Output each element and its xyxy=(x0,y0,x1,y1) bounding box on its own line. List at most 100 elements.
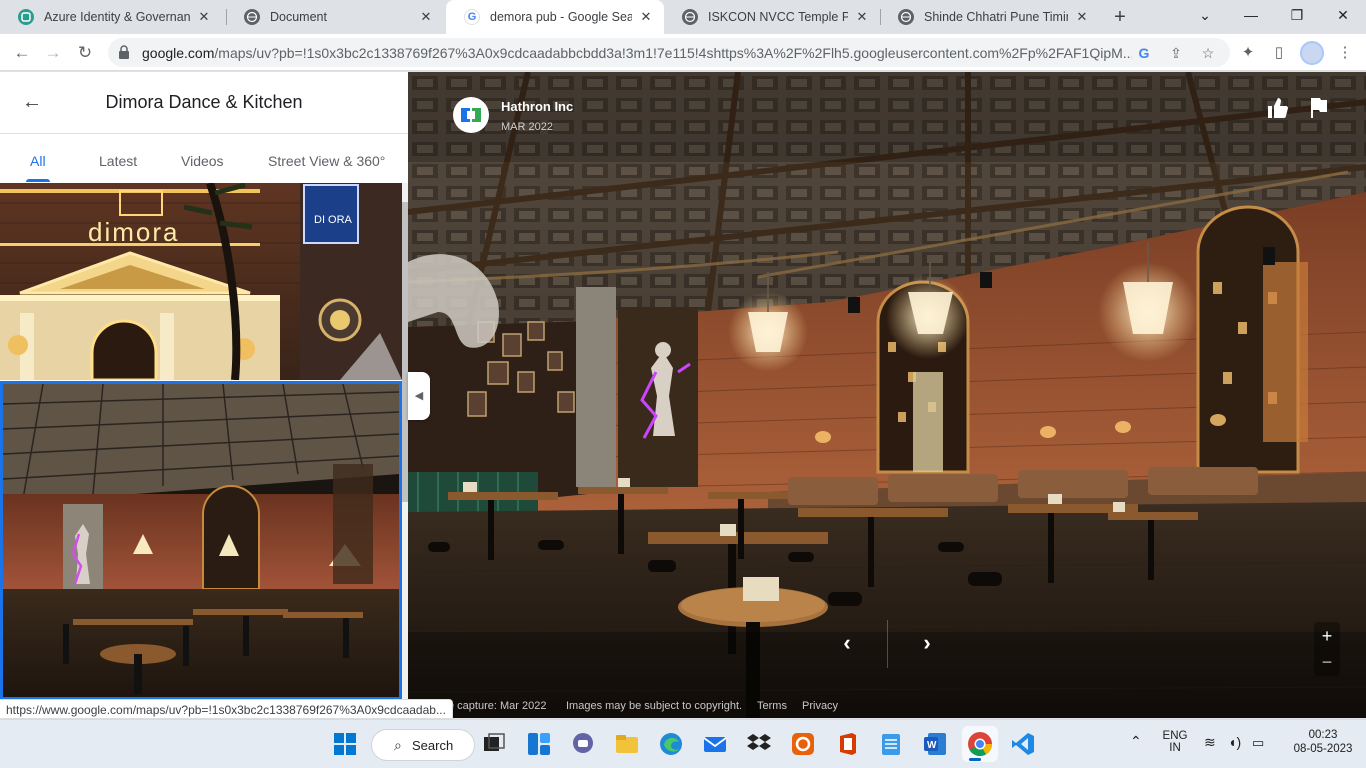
google-icon: G xyxy=(464,9,480,25)
chrome-app-active[interactable] xyxy=(962,726,998,762)
thumbs-up-icon[interactable] xyxy=(1266,96,1290,120)
tab-close-icon[interactable]: ✕ xyxy=(638,9,654,25)
photo-date: MAR 2022 xyxy=(501,121,553,133)
more-menu-icon[interactable]: ⋮ xyxy=(1334,42,1356,64)
windows-taskbar: ⌕ Search W ⌃ ENG IN ≋ ◖) ▭ 00:23 08-05-2… xyxy=(0,719,1366,768)
mail-icon[interactable] xyxy=(702,731,728,757)
file-explorer-icon[interactable] xyxy=(614,731,640,757)
battery-icon[interactable]: ▭ xyxy=(1252,735,1264,751)
taskbar-search[interactable]: ⌕ Search xyxy=(371,729,475,761)
copyright-note: Images may be subject to copyright. xyxy=(566,700,743,712)
extensions-puzzle-icon[interactable]: ✦ xyxy=(1237,42,1259,64)
vscode-icon[interactable] xyxy=(1010,731,1036,757)
dropbox-icon[interactable] xyxy=(746,731,772,757)
tab-title: Shinde Chhatri Pune Timings xyxy=(924,10,1068,24)
azure-favicon-icon xyxy=(18,9,34,25)
task-view-icon[interactable] xyxy=(481,731,507,757)
profile-avatar[interactable] xyxy=(1300,41,1324,65)
search-icon: ⌕ xyxy=(394,737,402,753)
back-icon[interactable]: ← xyxy=(9,40,35,66)
maximize-icon[interactable]: ❐ xyxy=(1274,0,1320,30)
bookmark-star-icon[interactable]: ☆ xyxy=(1198,43,1218,63)
interior-photo-thumbnail xyxy=(3,384,399,697)
globe-icon xyxy=(244,9,260,25)
report-flag-icon[interactable] xyxy=(1306,96,1330,120)
browser-tab-strip: Azure Identity & Governance ✕ Document ✕… xyxy=(0,0,1366,34)
chrome-icon xyxy=(968,732,992,757)
reload-icon[interactable]: ↻ xyxy=(72,40,98,66)
tab-street-view[interactable]: Street View & 360° xyxy=(268,153,385,169)
privacy-link[interactable]: Privacy xyxy=(802,700,838,712)
app-orange-icon[interactable] xyxy=(790,731,816,757)
browser-tab[interactable]: Document ✕ xyxy=(226,0,444,34)
lock-icon xyxy=(119,45,129,59)
panel-header: ← Dimora Dance & Kitchen xyxy=(0,72,408,134)
tab-close-icon[interactable]: ✕ xyxy=(196,9,212,25)
globe-icon xyxy=(682,9,698,25)
language-indicator[interactable]: ENG IN xyxy=(1160,730,1190,754)
previous-photo-chevron-icon[interactable]: ‹ xyxy=(832,628,862,658)
photo-thumbnail-facade[interactable]: dimora DI ORA xyxy=(0,183,402,380)
capture-date: e capture: Mar 2022 xyxy=(448,700,547,712)
tab-close-icon[interactable]: ✕ xyxy=(418,9,434,25)
tab-title: Document xyxy=(270,10,327,24)
office-icon[interactable] xyxy=(834,731,860,757)
tab-close-icon[interactable]: ✕ xyxy=(854,9,870,25)
word-icon[interactable]: W xyxy=(922,731,948,757)
close-window-icon[interactable]: ✕ xyxy=(1320,0,1366,30)
volume-icon[interactable]: ◖) xyxy=(1228,734,1241,750)
edge-browser-icon[interactable] xyxy=(658,731,684,757)
google-lens-icon[interactable]: G xyxy=(1134,43,1154,63)
facade-photo: dimora DI ORA xyxy=(0,183,402,380)
notepad-icon[interactable] xyxy=(878,731,904,757)
clock-time: 00:23 xyxy=(1308,729,1338,741)
terms-link[interactable]: Terms xyxy=(757,700,787,712)
photo-tabs: All Latest Videos Street View & 360° xyxy=(0,134,408,183)
browser-tab[interactable]: Shinde Chhatri Pune Timings ✕ xyxy=(880,0,1100,34)
zoom-out-minus-icon[interactable]: − xyxy=(1314,650,1340,674)
wifi-icon[interactable]: ≋ xyxy=(1204,734,1216,751)
url-path: /maps/uv?pb=!1s0x3bc2c1338769f267%3A0x9c… xyxy=(214,45,1132,61)
tab-videos[interactable]: Videos xyxy=(181,153,224,169)
nav-divider xyxy=(887,620,888,668)
browser-tab-active[interactable]: G demora pub - Google Search ✕ xyxy=(446,0,664,34)
new-tab-plus-icon[interactable]: + xyxy=(1108,5,1132,29)
url-domain: google.com xyxy=(142,45,215,61)
author-name[interactable]: Hathron Inc xyxy=(501,99,573,114)
teams-chat-icon[interactable] xyxy=(570,731,596,757)
windows-start-icon[interactable] xyxy=(332,731,358,757)
tab-all[interactable]: All xyxy=(30,153,46,169)
forward-icon[interactable]: → xyxy=(40,40,66,66)
browser-tab[interactable]: ISKCON NVCC Temple Pune ✕ xyxy=(664,0,880,34)
status-bar-url: https://www.google.com/maps/uv?pb=!1s0x3… xyxy=(0,699,453,719)
browser-tab[interactable]: Azure Identity & Governance ✕ xyxy=(0,0,222,34)
tab-selected-indicator xyxy=(26,179,50,182)
globe-icon xyxy=(898,9,914,25)
address-bar[interactable]: google.com/maps/uv?pb=!1s0x3bc2c1338769f… xyxy=(108,38,1230,67)
clock-date: 08-05-2023 xyxy=(1293,743,1353,755)
next-photo-chevron-icon[interactable]: › xyxy=(912,628,942,658)
tab-latest[interactable]: Latest xyxy=(99,153,137,169)
minimize-icon[interactable]: — xyxy=(1228,0,1274,30)
svg-text:W: W xyxy=(927,740,937,751)
clock[interactable]: 00:23 08-05-2023 xyxy=(1290,729,1356,755)
tab-search-chevron-icon[interactable]: ⌄ xyxy=(1182,0,1228,30)
lang-code: ENG xyxy=(1162,730,1188,742)
tray-overflow-chevron-icon[interactable]: ⌃ xyxy=(1130,733,1142,750)
tab-title: ISKCON NVCC Temple Pune xyxy=(708,10,848,24)
zoom-control: + − xyxy=(1314,622,1340,676)
side-panel-icon[interactable]: ▯ xyxy=(1268,42,1290,64)
photo-thumbnail-interior-selected[interactable] xyxy=(0,381,402,700)
tab-title: Azure Identity & Governance xyxy=(44,10,190,24)
widgets-icon[interactable] xyxy=(526,731,552,757)
collapse-panel-chevron-icon[interactable]: ◀ xyxy=(408,372,430,420)
author-avatar[interactable] xyxy=(453,97,489,133)
region-code: IN xyxy=(1169,742,1181,754)
tab-close-icon[interactable]: ✕ xyxy=(1074,9,1090,25)
share-icon[interactable]: ⇪ xyxy=(1166,43,1186,63)
tab-title: demora pub - Google Search xyxy=(490,10,632,24)
place-title: Dimora Dance & Kitchen xyxy=(105,92,303,112)
zoom-in-plus-icon[interactable]: + xyxy=(1314,624,1340,648)
facade-sign: dimora xyxy=(88,217,179,247)
url-text: google.com/maps/uv?pb=!1s0x3bc2c1338769f… xyxy=(142,45,1132,61)
